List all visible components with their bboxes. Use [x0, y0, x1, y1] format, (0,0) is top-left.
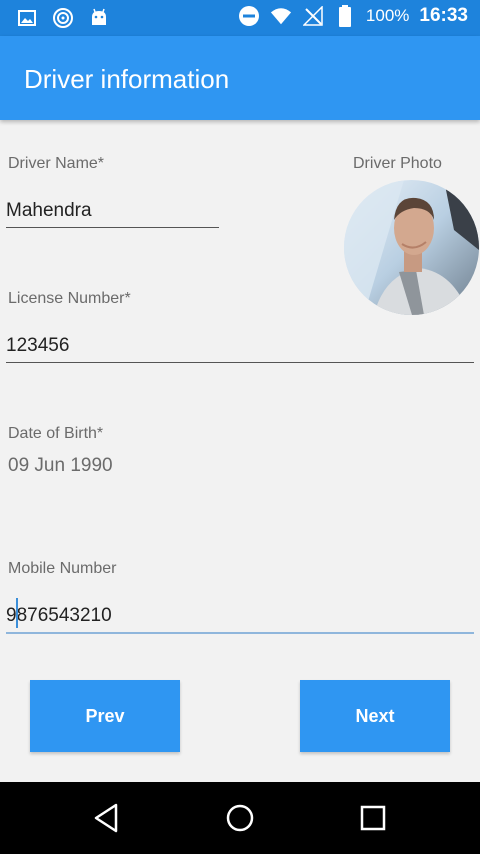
wifi-icon — [270, 5, 292, 27]
driver-photo-label: Driver Photo — [353, 155, 442, 172]
prev-button[interactable]: Prev — [30, 680, 180, 752]
recents-icon[interactable] — [355, 800, 391, 836]
home-icon[interactable] — [222, 800, 258, 836]
battery-percent: 100% — [365, 6, 410, 25]
no-signal-icon — [302, 5, 324, 27]
image-icon — [16, 7, 38, 29]
app-bar: Driver information — [0, 36, 480, 120]
date-of-birth-label: Date of Birth* — [8, 425, 104, 442]
license-number-field[interactable]: 123456 — [6, 335, 69, 357]
driver-name-label: Driver Name* — [8, 155, 105, 172]
driver-name-field[interactable]: Mahendra — [6, 200, 92, 222]
driver-name-underline — [6, 227, 219, 228]
android-icon — [88, 7, 110, 29]
page-title: Driver information — [24, 64, 230, 94]
driver-photo[interactable] — [344, 180, 479, 315]
mobile-number-underline — [6, 632, 474, 634]
do-not-disturb-icon — [238, 5, 260, 27]
navigation-bar — [0, 782, 480, 854]
license-number-label: License Number* — [8, 290, 131, 307]
license-number-underline — [6, 362, 474, 363]
date-of-birth-field[interactable]: 09 Jun 1990 — [8, 455, 113, 477]
mobile-number-label: Mobile Number — [8, 560, 117, 577]
mobile-number-field[interactable]: 9876543210 — [6, 605, 112, 627]
sync-icon — [52, 7, 74, 29]
driver-form: Driver Name* Mahendra Driver Photo Licen… — [0, 120, 480, 782]
status-bar: 100% 16:33 — [0, 0, 480, 36]
text-cursor — [16, 598, 18, 628]
clock: 16:33 — [419, 5, 468, 26]
battery-icon — [334, 5, 356, 27]
next-button[interactable]: Next — [300, 680, 450, 752]
back-icon[interactable] — [88, 800, 124, 836]
